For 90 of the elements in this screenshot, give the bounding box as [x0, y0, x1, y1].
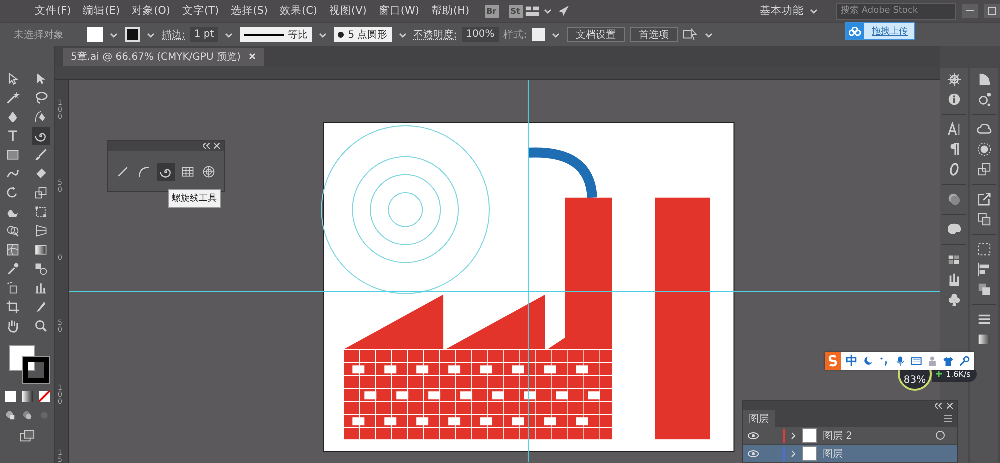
figure-icon: [927, 356, 938, 366]
stroke-swatch[interactable]: [125, 27, 140, 42]
target-icon[interactable]: [936, 431, 945, 440]
stroke-lines-icon[interactable]: [976, 312, 992, 327]
menu-item[interactable]: 编辑(E): [78, 4, 126, 18]
none-swatch-icon[interactable]: [38, 391, 50, 402]
opacity-link[interactable]: 不透明度:: [414, 28, 458, 42]
chevron-icon[interactable]: [791, 450, 796, 458]
spiral-icon[interactable]: [157, 163, 175, 181]
node-graph-icon[interactable]: [976, 92, 992, 107]
layer-name[interactable]: 图层 2: [823, 428, 853, 442]
character-icon[interactable]: [946, 122, 962, 137]
maximize-button[interactable]: [984, 4, 1000, 18]
fill-swatch[interactable]: [87, 27, 103, 42]
layer-thumbnail: [802, 446, 817, 461]
minimize-button[interactable]: [962, 4, 978, 18]
menu-item[interactable]: 效果(C): [275, 4, 323, 18]
arrange-icon: [683, 27, 698, 42]
panel-tab[interactable]: 图层: [743, 410, 775, 427]
upload-widget[interactable]: 拖拽上传: [845, 22, 915, 40]
dashed-grid-icon[interactable]: [976, 242, 992, 257]
gradient-mode-button[interactable]: [22, 391, 32, 402]
stroke-color-swatch[interactable]: [23, 357, 49, 383]
color-mode-button[interactable]: [4, 391, 16, 402]
menu-item[interactable]: 视图(V): [324, 4, 372, 18]
selection-status: 未选择对象: [14, 28, 64, 42]
dot-icon: [338, 32, 344, 38]
palette-icon[interactable]: [946, 222, 962, 237]
pathfinder-icon[interactable]: [976, 282, 992, 297]
cloud-icon: [849, 26, 861, 36]
layer-name[interactable]: 图层: [823, 446, 843, 460]
chevron-icon[interactable]: [791, 432, 796, 440]
layer-row[interactable]: 图层: [743, 445, 957, 463]
gradient-swatch-icon[interactable]: [976, 332, 992, 347]
menu-item[interactable]: 对象(O): [127, 4, 176, 18]
eye-icon[interactable]: [748, 450, 759, 458]
eye-icon[interactable]: [748, 432, 759, 440]
shirt-icon: [943, 356, 954, 366]
wheel-icon[interactable]: [946, 72, 962, 87]
wrench-icon: [959, 356, 970, 366]
toolbar-button[interactable]: 文档设置: [567, 27, 626, 42]
tooltip: 螺旋线工具: [168, 189, 221, 208]
collapse-icon[interactable]: [935, 402, 942, 408]
document-tab[interactable]: 5章.ai @ 66.67% (CMYK/GPU 预览): [63, 48, 264, 66]
menu-item[interactable]: 文字(T): [178, 4, 224, 18]
info-icon[interactable]: [946, 92, 962, 107]
spiral-icon[interactable]: [32, 127, 50, 145]
brush-dropdown[interactable]: 5 点圆形: [334, 27, 392, 42]
arc-stroke: [528, 148, 598, 199]
copy-squares-icon[interactable]: [976, 212, 992, 227]
stroke-profile-dropdown[interactable]: 等比: [240, 27, 312, 42]
cloud-icon[interactable]: [976, 122, 992, 137]
screen-mode-icon: [20, 429, 34, 444]
opacity-field[interactable]: 100%: [462, 27, 499, 42]
stroke-link[interactable]: 描边:: [162, 28, 186, 42]
moon-icon: [863, 356, 874, 366]
stroke-line-icon: [244, 32, 284, 36]
app-badge[interactable]: Br: [484, 4, 499, 18]
keyboard-icon: [911, 356, 922, 366]
punctuation-icon: [879, 356, 890, 366]
style-label: 样式:: [504, 28, 528, 42]
sun-icon[interactable]: [976, 142, 992, 157]
export-icon[interactable]: [976, 192, 992, 207]
close-icon[interactable]: [214, 143, 220, 149]
menu-item[interactable]: 帮助(H): [426, 4, 475, 18]
artboard-icon[interactable]: [4, 298, 22, 316]
close-icon[interactable]: [947, 402, 953, 408]
plus-icon: [936, 371, 942, 377]
search-field[interactable]: 搜索 Adobe Stock: [836, 2, 956, 20]
overlapping-circles-icon[interactable]: [946, 192, 962, 207]
draw-normal-icon: [4, 410, 16, 421]
close-icon[interactable]: [248, 53, 256, 60]
menu-item[interactable]: 窗口(W): [374, 4, 424, 18]
stroke-weight-field[interactable]: 1 pt: [190, 27, 218, 42]
stacked-squares-icon[interactable]: [976, 162, 992, 177]
app-badge[interactable]: St: [508, 4, 523, 18]
layer-thumbnail: [802, 428, 817, 443]
collapse-icon[interactable]: [203, 143, 210, 149]
menu-item[interactable]: 选择(S): [226, 4, 273, 18]
microphone-icon: [895, 356, 906, 366]
menu-item[interactable]: 文件(F): [30, 4, 76, 18]
align-icon[interactable]: [976, 262, 992, 277]
input-mode-toggle[interactable]: 中: [846, 352, 858, 370]
draw-behind-icon: [22, 410, 32, 421]
upload-label[interactable]: 拖拽上传: [864, 24, 914, 38]
club-icon[interactable]: [946, 292, 962, 307]
workspace-switcher[interactable]: 基本功能: [760, 4, 804, 18]
input-method-logo-icon[interactable]: [825, 352, 841, 370]
toolbar-button[interactable]: 首选项: [630, 27, 678, 42]
style-swatch[interactable]: [532, 28, 546, 41]
